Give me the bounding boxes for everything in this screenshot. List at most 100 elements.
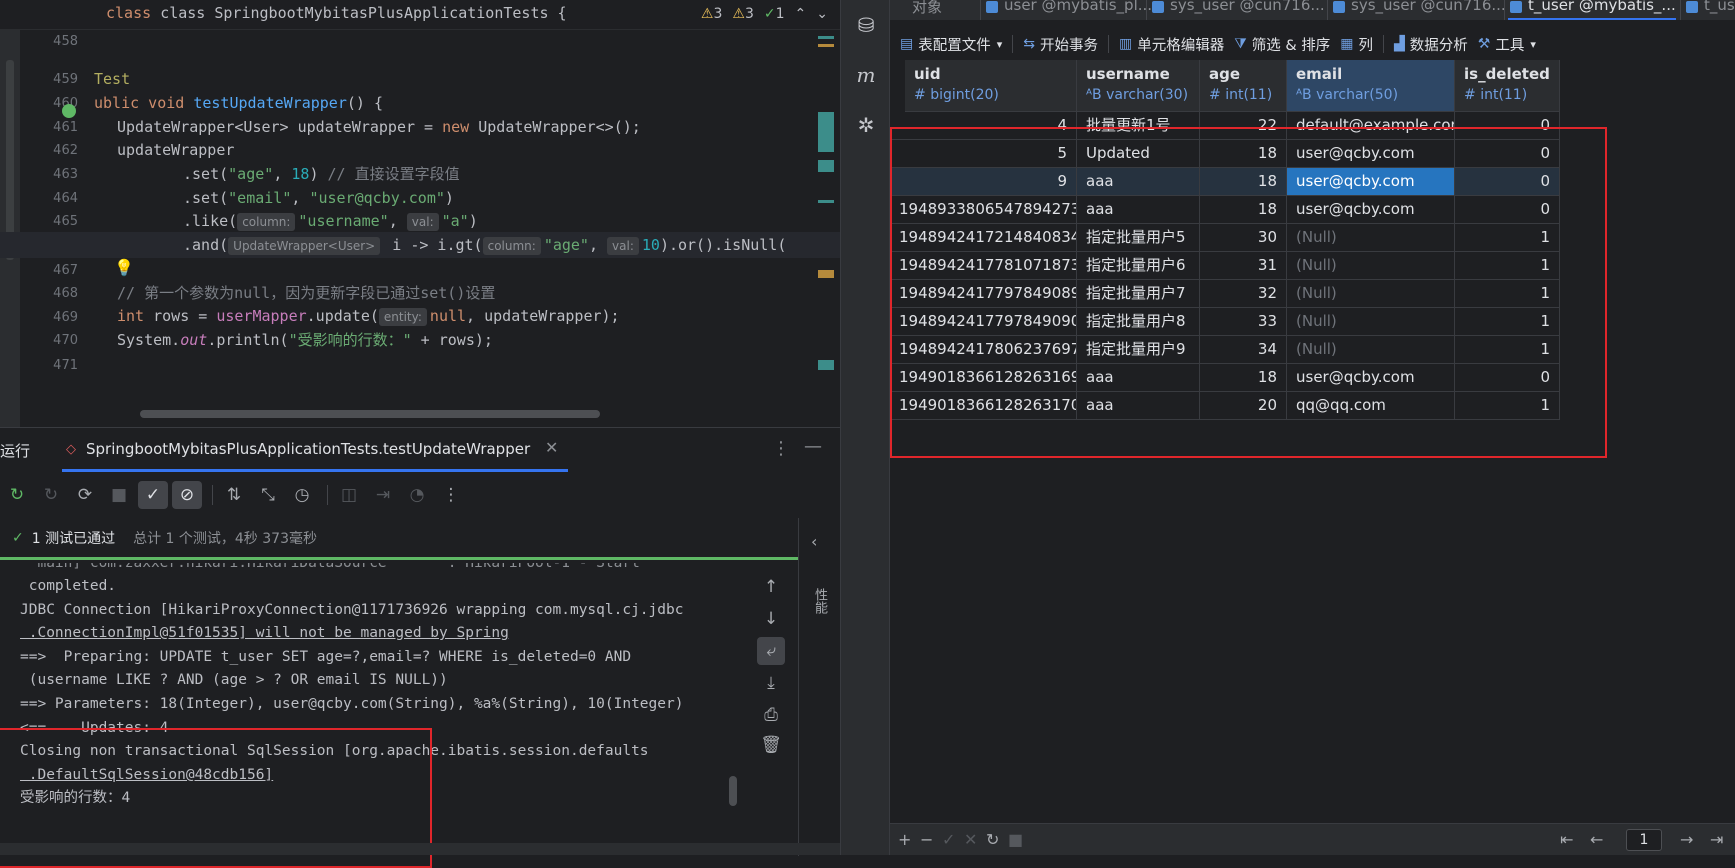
stop-icon[interactable]: ■ xyxy=(1008,830,1023,849)
maven-icon[interactable]: m xyxy=(851,60,881,90)
line-number: 468 xyxy=(53,286,78,301)
run-config-tab[interactable]: ◇ SpringbootMybitasPlusApplicationTests.… xyxy=(62,428,568,472)
code-editor[interactable]: 19 458 459 460 461 462 463 464 465 466 4… xyxy=(0,0,840,427)
weak-warning-count[interactable]: ⚠3 xyxy=(732,6,753,22)
code-line: updateWrapper xyxy=(117,141,235,159)
column-header-uid[interactable]: uid # bigint(20) xyxy=(905,60,1077,112)
soft-wrap-icon[interactable]: ⤶ xyxy=(757,637,785,665)
last-page-icon[interactable]: ⇥ xyxy=(1710,830,1723,849)
columns-button[interactable]: ▦ 列 xyxy=(1340,34,1373,55)
close-icon[interactable]: ✕ xyxy=(545,438,558,457)
arrow-up-icon[interactable]: ↑ xyxy=(757,573,785,601)
side-panel-label[interactable]: 性能 xyxy=(812,588,829,614)
line-number: 459 xyxy=(53,72,78,87)
column-header-age[interactable]: age # int(11) xyxy=(1200,60,1287,112)
trash-icon[interactable]: 🗑 xyxy=(757,731,785,759)
chevron-left-icon[interactable]: ‹ xyxy=(811,532,817,551)
collapse-icon[interactable]: ⤡ xyxy=(253,481,283,509)
side-panel-strip[interactable]: ‹ 性能 xyxy=(798,518,840,856)
type-hint: UpdateWrapper<User> xyxy=(228,237,381,255)
horizontal-scrollbar[interactable] xyxy=(140,410,600,418)
string-type-icon: ᴬB xyxy=(1296,87,1312,103)
param-hint: val: xyxy=(607,237,639,255)
db-tab-bar: 对象 user @mybatis_pl... sys_user @cun716.… xyxy=(890,0,1735,20)
inspection-widget[interactable]: ⚠3 ⚠3 ✓1 ⌃ ⌄ xyxy=(701,6,828,22)
line-number: 471 xyxy=(53,358,78,373)
first-page-icon[interactable]: ⇤ xyxy=(1560,830,1573,849)
tools-button[interactable]: ⚒ 工具 ▾ xyxy=(1478,34,1536,55)
cell-editor-icon: ▥ xyxy=(1119,36,1133,52)
project-scrollbar[interactable] xyxy=(0,0,20,427)
more-icon[interactable]: ⋮ xyxy=(436,481,466,509)
tab-sys-user-2[interactable]: sys_user @cun716... xyxy=(1331,0,1506,20)
database-icon[interactable]: ⛁ xyxy=(851,10,881,40)
code-area[interactable]: Test ublic void testUpdateWrapper() { Up… xyxy=(0,0,840,427)
code-line-annotation: Test xyxy=(94,70,131,88)
scroll-marker xyxy=(818,112,834,152)
show-passed-icon[interactable]: ✓ xyxy=(138,481,168,509)
chevron-down-icon[interactable]: ⌄ xyxy=(816,6,828,22)
console-scrollbar[interactable] xyxy=(729,776,737,806)
ok-count[interactable]: ✓1 xyxy=(764,6,785,22)
cell-editor-button[interactable]: ▥ 单元格编辑器 xyxy=(1119,34,1224,55)
line-number-gutter: 19 458 459 460 461 462 463 464 465 466 4… xyxy=(20,0,100,427)
chevron-up-icon[interactable]: ⌃ xyxy=(795,6,807,22)
sticky-class-line: class class SpringbootMybitasPlusApplica… xyxy=(106,4,567,22)
line-number: 463 xyxy=(53,167,78,182)
arrow-down-icon[interactable]: ↓ xyxy=(757,605,785,633)
scroll-to-end-icon[interactable]: ⤓ xyxy=(757,669,785,697)
column-header-is-deleted[interactable]: is_deleted # int(11) xyxy=(1455,60,1560,112)
tab-divider xyxy=(1146,0,1147,20)
filter-sort-button[interactable]: ⧩ 筛选 & 排序 xyxy=(1234,34,1330,55)
revert-icon[interactable]: ✕ xyxy=(964,830,977,849)
camera-icon[interactable]: ◫ xyxy=(334,481,364,509)
run-tab-bar: 运行 ◇ SpringbootMybitasPlusApplicationTes… xyxy=(0,428,840,472)
delete-row-icon[interactable]: − xyxy=(920,830,933,849)
scroll-thumb[interactable] xyxy=(6,60,14,260)
show-ignored-icon[interactable]: ⊘ xyxy=(172,481,202,509)
plugin-icon[interactable]: ✲ xyxy=(851,110,881,140)
submit-icon[interactable]: ✓ xyxy=(942,830,955,849)
table-profile-button[interactable]: ▤ 表配置文件 ▾ xyxy=(900,34,1002,55)
coverage-icon[interactable]: ◔ xyxy=(402,481,432,509)
toggle-auto-test-icon[interactable]: ⟳ xyxy=(70,481,100,509)
run-test-icon[interactable] xyxy=(62,104,76,118)
tab-sys-user-1[interactable]: sys_user @cun716... xyxy=(1150,0,1325,20)
toolbar-divider xyxy=(212,485,213,505)
rerun-failed-icon[interactable]: ↻ xyxy=(36,481,66,509)
import-icon[interactable]: ⇥ xyxy=(368,481,398,509)
minimize-icon[interactable]: — xyxy=(804,436,822,457)
rerun-icon[interactable]: ↻ xyxy=(2,481,32,509)
table-icon xyxy=(1510,1,1522,13)
refresh-icon[interactable]: ↻ xyxy=(986,830,999,849)
more-options-icon[interactable]: ⋮ xyxy=(772,438,790,459)
tab-user-mybatis[interactable]: user @mybatis_pl... xyxy=(984,0,1152,20)
sticky-header[interactable]: class class SpringbootMybitasPlusApplica… xyxy=(0,0,840,30)
string-type-icon: ᴬB xyxy=(1086,87,1102,103)
param-hint: column: xyxy=(482,237,541,255)
console-line: completed. xyxy=(20,578,117,594)
begin-transaction-button[interactable]: ⇆ 开始事务 xyxy=(1023,34,1098,55)
warning-count[interactable]: ⚠3 xyxy=(701,6,722,22)
sort-icon[interactable]: ⇅ xyxy=(219,481,249,509)
data-analysis-button[interactable]: ▟ 数据分析 xyxy=(1394,34,1468,55)
lightbulb-icon[interactable]: 💡 xyxy=(114,258,134,277)
next-page-icon[interactable]: → xyxy=(1680,830,1693,849)
tab-t-user-2[interactable]: t_use xyxy=(1684,0,1735,20)
history-icon[interactable]: ◷ xyxy=(287,481,317,509)
status-bar xyxy=(0,843,840,855)
page-number-input[interactable]: 1 xyxy=(1626,829,1662,851)
run-toolbar: ↻ ↻ ⟳ ■ ✓ ⊘ ⇅ ⤡ ◷ ◫ ⇥ ◔ ⋮ xyxy=(0,476,840,514)
line-number: 467 xyxy=(53,263,78,278)
console-line: .ConnectionImpl@51f01535] will not be ma… xyxy=(20,625,509,641)
transaction-icon: ⇆ xyxy=(1023,36,1035,52)
tab-objects[interactable]: 对象 xyxy=(890,0,942,20)
print-icon[interactable]: ⎙ xyxy=(757,701,785,729)
column-header-email[interactable]: email ᴬB varchar(50) xyxy=(1287,60,1455,112)
add-row-icon[interactable]: + xyxy=(898,830,911,849)
column-header-username[interactable]: username ᴬB varchar(30) xyxy=(1077,60,1200,112)
prev-page-icon[interactable]: ← xyxy=(1590,830,1603,849)
stop-icon[interactable]: ■ xyxy=(104,481,134,509)
tab-t-user[interactable]: t_user @mybatis_... xyxy=(1508,0,1676,20)
toolbar-divider xyxy=(1012,35,1014,53)
